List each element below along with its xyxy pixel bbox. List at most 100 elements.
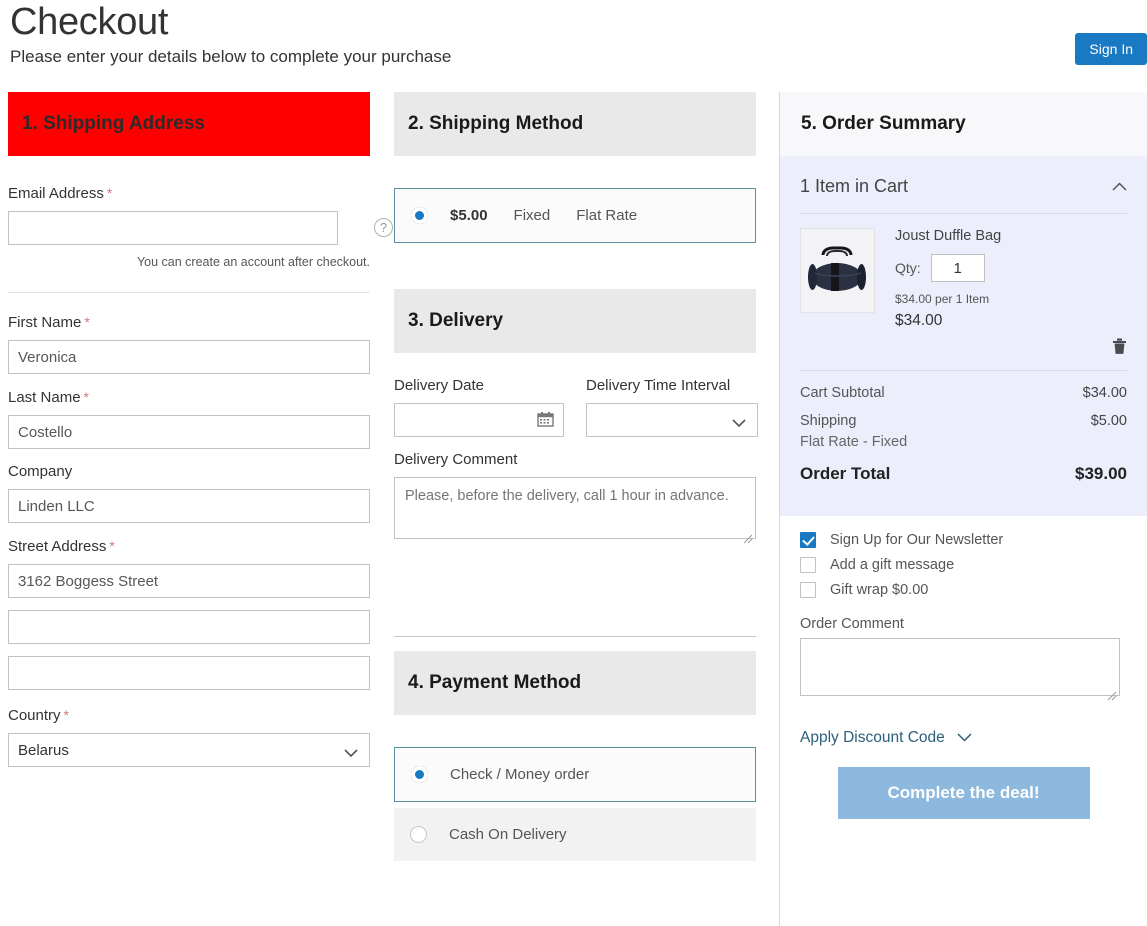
checkbox-checked-icon[interactable] — [800, 532, 816, 548]
company-field-group: Company — [8, 463, 370, 523]
sign-in-button[interactable]: Sign In — [1075, 33, 1147, 65]
order-extras: Sign Up for Our Newsletter Add a gift me… — [780, 516, 1147, 819]
checkbox-gift-message-label: Add a gift message — [830, 557, 955, 573]
delivery-comment-wrap — [394, 477, 756, 544]
street-address-line3-input[interactable] — [8, 656, 370, 690]
country-field-group: Country * Belarus — [8, 706, 370, 767]
cart-item-info: Joust Duffle Bag Qty: $34.00 per 1 Item … — [895, 228, 1127, 330]
first-name-required-marker: * — [84, 314, 90, 330]
radio-unselected-icon[interactable] — [410, 826, 427, 843]
page-subtitle: Please enter your details below to compl… — [10, 47, 452, 66]
form-divider — [8, 292, 370, 293]
cart-item-unit-price: $34.00 per 1 Item — [895, 292, 990, 306]
delivery-time-group: Delivery Time Interval — [586, 377, 758, 437]
email-hint: You can create an account after checkout… — [136, 255, 370, 269]
shipping-option-flat-rate[interactable]: $5.00 Fixed Flat Rate — [394, 188, 756, 243]
delivery-date-wrap — [394, 403, 564, 437]
street-address-line2-input[interactable] — [8, 610, 370, 644]
chevron-up-icon[interactable] — [1112, 178, 1127, 195]
checkbox-unchecked-icon[interactable] — [800, 557, 816, 573]
last-name-label-text: Last Name — [8, 389, 81, 406]
delivery-date-label: Delivery Date — [394, 377, 485, 394]
order-summary-panel: 1 Item in Cart Joust Duffle Bag Qty: 1 $… — [780, 156, 1147, 516]
shipping-address-heading: 1. Shipping Address — [8, 92, 370, 156]
street-address-field-group: Street Address * — [8, 537, 370, 690]
first-name-field-group: First Name * — [8, 313, 370, 374]
order-total-value: $39.00 — [1075, 464, 1127, 483]
complete-order-button[interactable]: Complete the deal! — [837, 767, 1090, 819]
order-comment-textarea[interactable] — [800, 638, 1120, 696]
cart-header[interactable]: 1 Item in Cart — [800, 156, 1127, 213]
street-address-label: Street Address * — [8, 537, 370, 556]
checkout-columns: 1. Shipping Address Email Address * ? You… — [0, 92, 1147, 926]
street-address-line1-input[interactable] — [8, 564, 370, 598]
last-name-input[interactable] — [8, 415, 370, 449]
country-label-text: Country — [8, 707, 61, 724]
shipping-label: Shipping — [800, 413, 857, 429]
shipping-option-method: Fixed — [513, 207, 551, 224]
email-required-marker: * — [106, 185, 113, 201]
subtotal-label: Cart Subtotal — [800, 385, 885, 401]
shipping-option-price: $5.00 — [450, 207, 488, 224]
email-input[interactable] — [8, 211, 338, 245]
order-comment-label: Order Comment — [800, 616, 904, 632]
company-input[interactable] — [8, 489, 370, 523]
apply-discount-code-toggle[interactable]: Apply Discount Code — [800, 729, 1127, 747]
payment-option-cash-on-delivery[interactable]: Cash On Delivery — [394, 808, 756, 861]
apply-discount-code-label: Apply Discount Code — [800, 729, 945, 746]
checkout-page: Checkout Please enter your details below… — [0, 0, 1147, 926]
cart-item-divider — [800, 213, 1127, 214]
cart-item-row: Joust Duffle Bag Qty: $34.00 per 1 Item … — [800, 228, 1127, 330]
last-name-required-marker: * — [83, 389, 89, 405]
order-summary-column: 5. Order Summary 1 Item in Cart Joust Du… — [779, 92, 1147, 926]
email-field-group: Email Address * ? You can create an accou… — [8, 184, 393, 270]
order-comment-wrap — [800, 638, 1120, 701]
first-name-input[interactable] — [8, 340, 370, 374]
radio-selected-icon[interactable] — [411, 207, 428, 224]
duffle-bag-image — [800, 228, 875, 313]
order-totals: Cart Subtotal $34.00 Shipping $5.00 Flat… — [800, 370, 1127, 484]
delivery-comment-textarea[interactable] — [394, 477, 756, 539]
last-name-field-group: Last Name * — [8, 388, 370, 449]
delivery-heading: 3. Delivery — [394, 289, 756, 353]
payment-option-label: Check / Money order — [450, 766, 590, 783]
email-label-text: Email Address — [8, 185, 104, 202]
shipping-method-heading: 2. Shipping Method — [394, 92, 756, 156]
page-title: Checkout — [10, 1, 169, 43]
checkbox-newsletter[interactable]: Sign Up for Our Newsletter — [800, 532, 1127, 548]
cart-item-count: 1 Item in Cart — [800, 176, 909, 196]
country-select-wrap: Belarus — [8, 733, 370, 767]
company-label: Company — [8, 463, 73, 480]
first-name-label: First Name * — [8, 313, 370, 332]
street-address-label-text: Street Address — [8, 538, 107, 555]
delivery-time-select[interactable] — [586, 403, 758, 437]
chevron-down-icon[interactable] — [957, 729, 972, 747]
calendar-icon[interactable] — [537, 411, 554, 427]
country-select[interactable]: Belarus — [8, 733, 370, 767]
total-row-shipping: Shipping $5.00 — [800, 413, 1127, 429]
cart-item-qty-line: Qty: — [895, 254, 1127, 282]
cta-wrap: Complete the deal! — [800, 767, 1127, 819]
checkbox-gift-message[interactable]: Add a gift message — [800, 557, 1127, 573]
shipping-value: $5.00 — [1090, 413, 1127, 429]
payment-method-options: Check / Money order Cash On Delivery — [394, 715, 756, 861]
subtotal-value: $34.00 — [1082, 385, 1127, 401]
question-mark-icon[interactable]: ? — [374, 218, 393, 237]
radio-selected-icon[interactable] — [411, 766, 428, 783]
checkbox-unchecked-icon[interactable] — [800, 582, 816, 598]
cart-item-line-total: $34.00 — [895, 312, 943, 329]
delivery-date-group: Delivery Date — [394, 377, 564, 437]
country-label: Country * — [8, 706, 370, 725]
delivery-time-label: Delivery Time Interval — [586, 377, 731, 394]
page-header: Checkout Please enter your details below… — [0, 0, 1147, 68]
order-summary-heading: 5. Order Summary — [780, 92, 1147, 156]
qty-input[interactable] — [930, 254, 985, 282]
payment-option-label: Cash On Delivery — [449, 826, 567, 843]
checkbox-gift-wrap[interactable]: Gift wrap $0.00 — [800, 582, 1127, 598]
email-label: Email Address * — [8, 184, 370, 203]
shipping-address-column: 1. Shipping Address Email Address * ? You… — [8, 92, 393, 773]
order-total-label: Order Total — [800, 464, 891, 483]
trash-icon[interactable] — [1112, 338, 1127, 360]
cart-item-actions — [800, 330, 1127, 370]
payment-option-check-money-order[interactable]: Check / Money order — [394, 747, 756, 802]
